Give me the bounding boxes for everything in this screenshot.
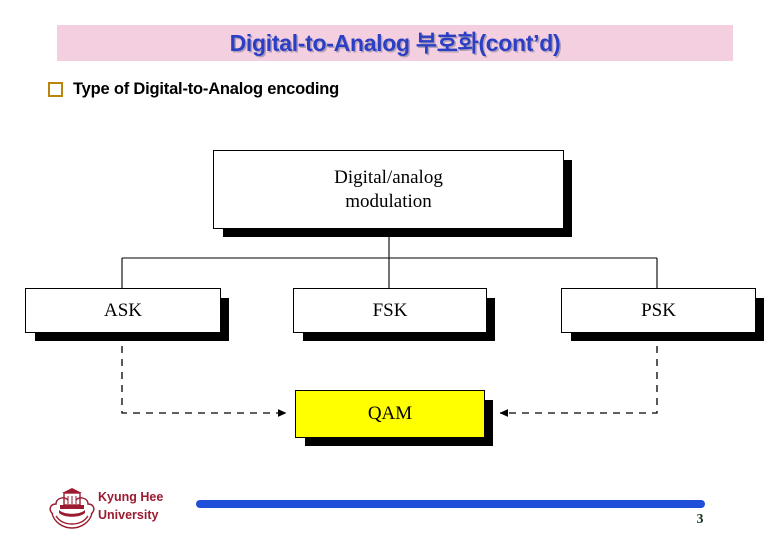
node-psk[interactable]: PSK — [561, 288, 756, 333]
node-fsk[interactable]: FSK — [293, 288, 487, 333]
page-number: 3 — [696, 512, 704, 527]
node-label: ASK — [103, 299, 142, 321]
node-digital-analog-modulation[interactable]: Digital/analog modulation — [213, 150, 564, 229]
kyung-hee-university-logo-icon — [49, 488, 95, 529]
node-label: FSK — [372, 299, 408, 321]
node-qam[interactable]: QAM — [295, 390, 485, 438]
node-label: Digital/analog modulation — [334, 166, 443, 212]
node-label: PSK — [641, 299, 676, 321]
flowchart-connectors — [121, 229, 658, 417]
university-name: Kyung Hee University — [98, 490, 164, 523]
footer-accent-bar — [196, 500, 705, 508]
modulation-flowchart: Digital/analog modulation ASK FSK PSK QA… — [0, 0, 780, 540]
node-label: QAM — [367, 403, 413, 425]
node-ask[interactable]: ASK — [25, 288, 221, 333]
